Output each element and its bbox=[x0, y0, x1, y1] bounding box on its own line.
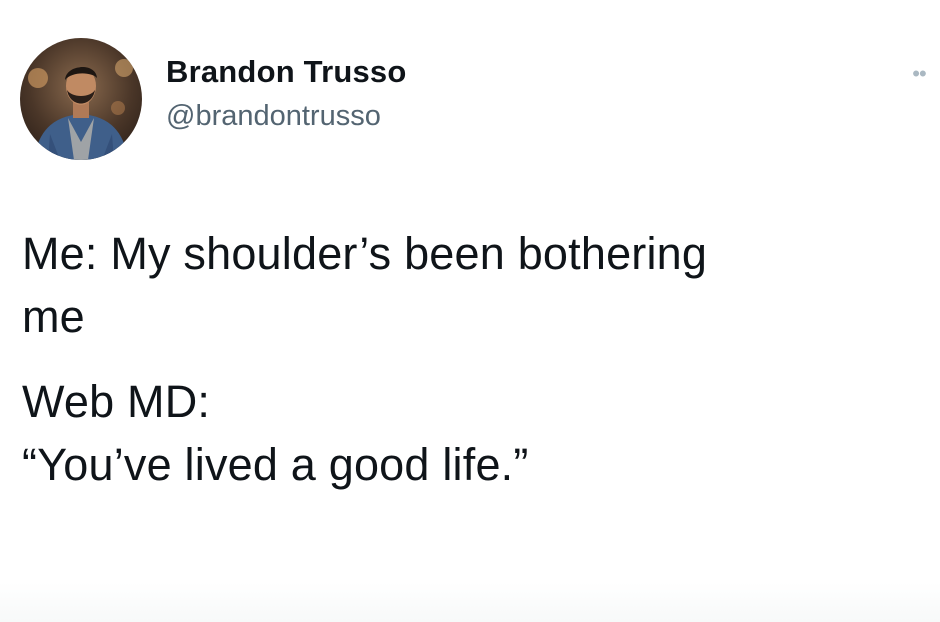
profile-photo-icon bbox=[20, 38, 142, 160]
tweet-paragraph: Me: My shoulder’s been bothering me bbox=[22, 222, 922, 348]
author-handle[interactable]: @brandontrusso bbox=[166, 98, 407, 134]
tweet-line: Me: My shoulder’s been bothering bbox=[22, 228, 708, 279]
avatar[interactable] bbox=[20, 38, 142, 160]
tweet-paragraph: Web MD: “You’ve lived a good life.” bbox=[22, 370, 922, 496]
author-display-name[interactable]: Brandon Trusso bbox=[166, 52, 407, 92]
tweet-line: me bbox=[22, 291, 85, 342]
tweet-line: Web MD: bbox=[22, 376, 211, 427]
more-options-button[interactable]: •• bbox=[904, 62, 934, 86]
tweet-text: Me: My shoulder’s been bothering me Web … bbox=[22, 222, 922, 496]
bottom-divider bbox=[0, 582, 940, 622]
tweet-line: “You’ve lived a good life.” bbox=[22, 439, 529, 490]
more-options-icon: •• bbox=[912, 61, 926, 86]
tweet-card: Brandon Trusso @brandontrusso •• Me: My … bbox=[0, 0, 940, 622]
author-info: Brandon Trusso @brandontrusso bbox=[166, 52, 407, 134]
